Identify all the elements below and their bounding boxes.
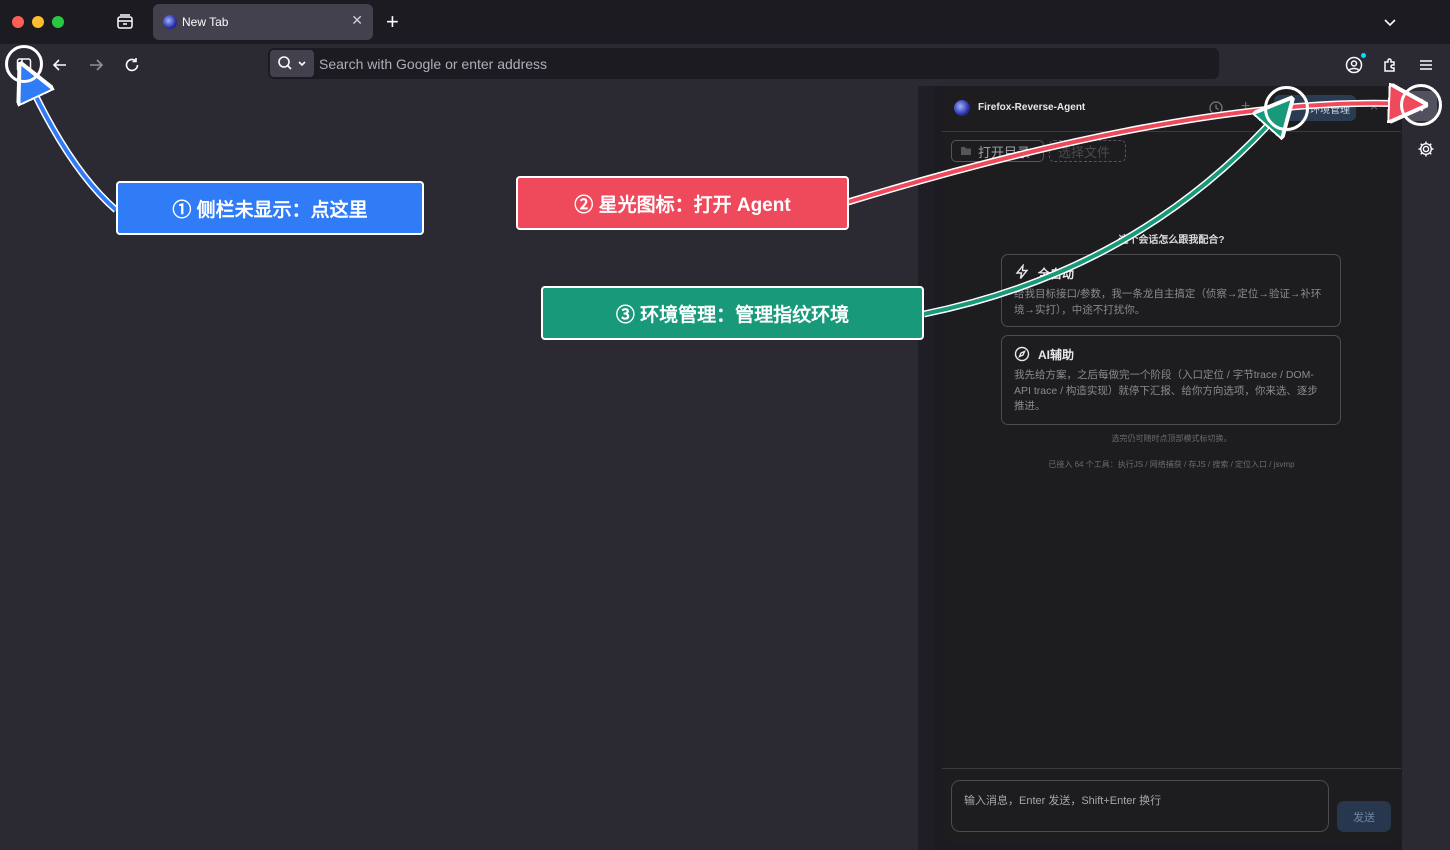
highlight-ring-env — [1264, 86, 1309, 131]
annotation-arrows — [0, 0, 1450, 318]
arrow-green — [923, 109, 1283, 318]
arrow-red — [846, 99, 1409, 206]
highlight-ring-sidebar — [5, 45, 43, 83]
callout-sidebar: ① 侧栏未显示：点这里 — [116, 181, 424, 235]
highlight-ring-sparkle — [1400, 84, 1442, 126]
callout-agent: ② 星光图标：打开 Agent — [516, 176, 849, 230]
arrow-blue — [24, 78, 119, 213]
callout-env: ③ 环境管理：管理指纹环境 — [541, 286, 924, 340]
